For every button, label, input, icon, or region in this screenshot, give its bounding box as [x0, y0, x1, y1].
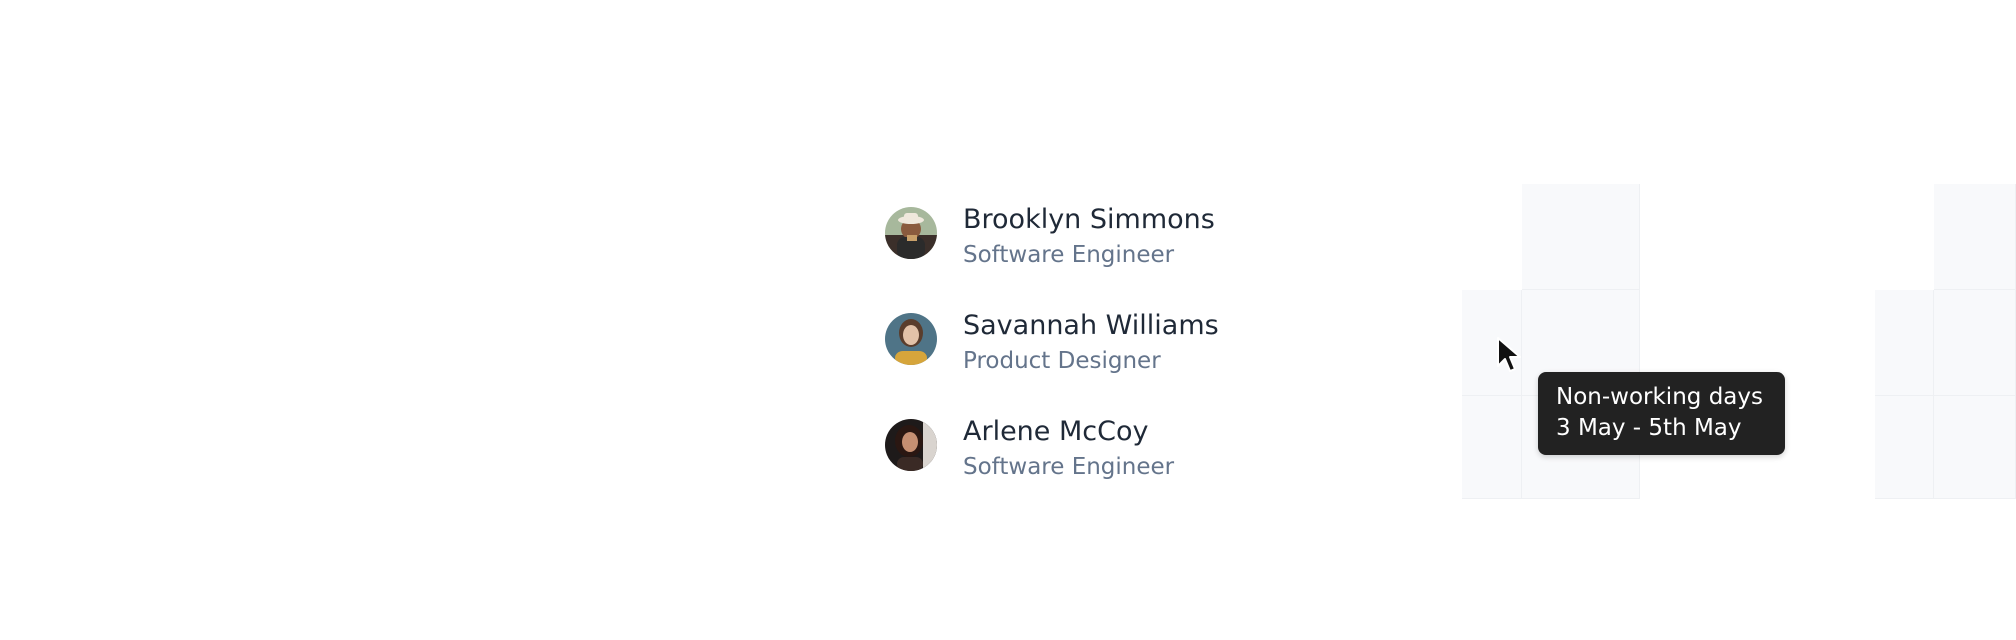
non-working-day-cell[interactable]	[1934, 290, 2016, 396]
tooltip-title: Non-working days	[1556, 384, 1763, 410]
non-working-day-cell[interactable]	[1934, 184, 2016, 290]
person-name: Brooklyn Simmons	[963, 204, 1215, 235]
person-row[interactable]: Savannah Williams Product Designer	[885, 290, 1305, 396]
person-role: Product Designer	[963, 348, 1161, 374]
non-working-day-cell[interactable]	[1934, 396, 2016, 499]
person-role: Software Engineer	[963, 242, 1175, 268]
non-working-day-cell[interactable]	[1462, 396, 1522, 499]
person-name: Arlene McCoy	[963, 416, 1149, 447]
avatar	[885, 313, 937, 365]
avatar	[885, 419, 937, 471]
non-working-day-cell[interactable]	[1522, 184, 1640, 290]
person-row[interactable]: Brooklyn Simmons Software Engineer	[885, 184, 1305, 290]
mouse-pointer-icon	[1496, 336, 1522, 376]
tooltip-dates: 3 May - 5th May	[1556, 415, 1742, 441]
non-working-day-cell[interactable]	[1875, 290, 1934, 396]
person-name: Savannah Williams	[963, 310, 1219, 341]
non-working-day-cell[interactable]	[1875, 396, 1934, 499]
non-working-days-tooltip: Non-working days 3 May - 5th May	[1538, 372, 1785, 455]
avatar	[885, 207, 937, 259]
person-row[interactable]: Arlene McCoy Software Engineer	[885, 396, 1305, 502]
person-role: Software Engineer	[963, 454, 1175, 480]
